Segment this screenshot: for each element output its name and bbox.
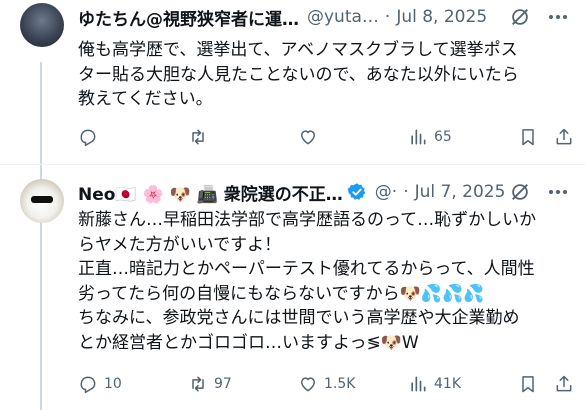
thread-connector-line xyxy=(40,62,42,410)
tweet-divider xyxy=(0,164,585,165)
timestamp[interactable]: Jul 8, 2025 xyxy=(396,7,487,27)
share-icon xyxy=(556,128,572,145)
tweet-text: 俺も高学歴で、選挙出て、アベノマスクブラして選挙ポス ター貼る大胆な人見たことな… xyxy=(78,40,519,109)
separator-dot: · xyxy=(384,7,391,27)
more-icon[interactable] xyxy=(547,181,569,203)
reply-count: 10 xyxy=(104,376,122,392)
share-icon xyxy=(556,375,572,392)
verified-icon xyxy=(347,183,366,200)
views-button[interactable]: 41K xyxy=(408,372,461,396)
display-name[interactable]: ゆたちん@視野狭窄者に運… xyxy=(78,5,299,30)
tweet-header: Neo🇯🇵 🌸 🐶 📠 衆院選の不正… @· · Jul 7, 2025 xyxy=(78,180,575,205)
views-icon xyxy=(411,129,426,145)
reply-button[interactable] xyxy=(78,125,104,149)
reply-button[interactable]: 10 xyxy=(78,372,122,396)
views-count: 65 xyxy=(434,129,452,145)
grok-icon[interactable] xyxy=(509,181,531,203)
tweet-header: ゆたちん@視野狭窄者に運… @yuta… · Jul 8, 2025 xyxy=(78,5,575,30)
more-icon[interactable] xyxy=(547,6,569,28)
action-bar: 65 xyxy=(78,125,574,149)
like-button[interactable]: 1.5K xyxy=(298,372,355,396)
views-count: 41K xyxy=(434,376,461,392)
reply-icon xyxy=(80,129,96,147)
avatar[interactable] xyxy=(20,179,64,223)
reply-icon xyxy=(80,376,96,394)
separator-dot: · xyxy=(403,182,409,202)
views-button[interactable]: 65 xyxy=(408,125,452,149)
username[interactable]: @· xyxy=(375,182,397,202)
avatar[interactable] xyxy=(20,3,64,47)
like-icon xyxy=(301,377,315,392)
like-icon xyxy=(301,130,315,145)
username[interactable]: @yuta… xyxy=(307,7,379,27)
retweet-icon xyxy=(192,129,204,145)
timestamp[interactable]: Jul 7, 2025 xyxy=(415,182,506,202)
display-name[interactable]: Neo🇯🇵 🌸 🐶 📠 衆院選の不正… xyxy=(78,180,343,205)
bookmark-button[interactable] xyxy=(518,372,538,396)
bookmark-icon xyxy=(522,376,534,393)
bookmark-icon xyxy=(522,129,534,146)
tweet-text: 新藤さん…早稲田法学部で高学歴語るのって…恥ずかしいか らヤメた方がいいですよ！… xyxy=(78,210,537,353)
like-count: 1.5K xyxy=(324,376,356,392)
grok-icon[interactable] xyxy=(509,6,531,28)
share-button[interactable] xyxy=(554,125,574,149)
like-button[interactable] xyxy=(298,125,324,149)
retweet-button[interactable] xyxy=(188,125,214,149)
share-button[interactable] xyxy=(554,372,574,396)
retweet-count: 97 xyxy=(214,376,232,392)
action-bar: 10 97 1.5K 41K xyxy=(78,372,574,396)
bookmark-button[interactable] xyxy=(518,125,538,149)
retweet-icon xyxy=(192,376,204,392)
views-icon xyxy=(411,376,426,392)
retweet-button[interactable]: 97 xyxy=(188,372,232,396)
